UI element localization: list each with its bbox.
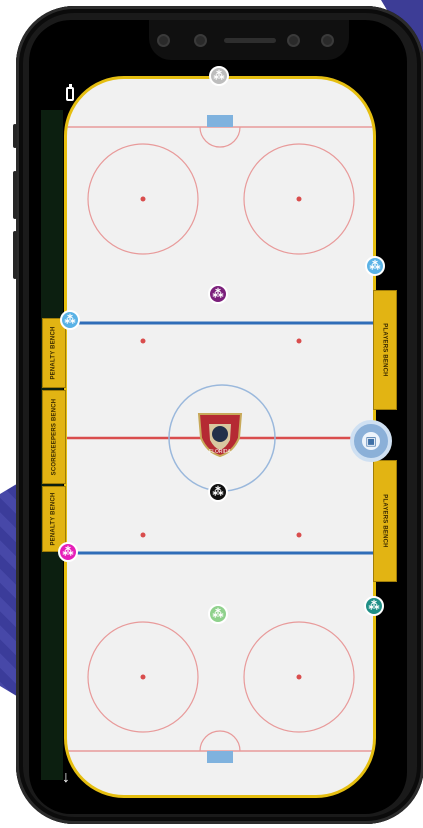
bench-label: PENALTY BENCH bbox=[51, 326, 57, 380]
goal-crease bbox=[199, 730, 241, 752]
bench-label: SCOREKEEPERS BENCH bbox=[51, 398, 57, 476]
goal-crease bbox=[199, 126, 241, 148]
camera-dot bbox=[157, 34, 170, 47]
faceoff-dot bbox=[296, 196, 302, 202]
camera-dot bbox=[194, 34, 207, 47]
faceoff-dot bbox=[140, 338, 146, 344]
players-bench-top[interactable]: PLAYERS BENCH bbox=[373, 290, 397, 410]
camera-icon: ▣ bbox=[362, 432, 380, 450]
bench-label: PLAYERS BENCH bbox=[382, 494, 389, 548]
people-icon[interactable] bbox=[208, 604, 228, 624]
faceoff-dot bbox=[140, 532, 146, 538]
camera-button[interactable]: ▣ bbox=[350, 420, 392, 462]
faceoff-dot bbox=[296, 532, 302, 538]
people-icon[interactable] bbox=[364, 596, 384, 616]
side-button bbox=[13, 171, 17, 219]
people-icon[interactable] bbox=[58, 542, 78, 562]
team-logo: FLORIDA bbox=[193, 408, 247, 458]
bench-label: PLAYERS BENCH bbox=[382, 323, 389, 377]
goal-net bbox=[207, 751, 233, 763]
side-button bbox=[13, 231, 17, 279]
faceoff-dot bbox=[140, 674, 146, 680]
people-icon[interactable] bbox=[209, 66, 229, 86]
speaker-grille bbox=[224, 38, 276, 43]
people-icon[interactable] bbox=[208, 284, 228, 304]
people-icon[interactable] bbox=[365, 256, 385, 276]
penalty-bench-bottom[interactable]: PENALTY BENCH bbox=[42, 486, 66, 552]
faceoff-dot bbox=[140, 196, 146, 202]
sensor-dot bbox=[321, 34, 334, 47]
side-button bbox=[13, 124, 17, 148]
people-icon[interactable] bbox=[60, 310, 80, 330]
goal-net bbox=[207, 115, 233, 127]
sensor-dot bbox=[287, 34, 300, 47]
bench-label: PENALTY BENCH bbox=[51, 492, 57, 546]
people-icon[interactable] bbox=[208, 482, 228, 502]
faceoff-dot bbox=[296, 674, 302, 680]
penalty-bench-top[interactable]: PENALTY BENCH bbox=[42, 318, 66, 388]
svg-text:FLORIDA: FLORIDA bbox=[209, 449, 231, 455]
scorekeepers-bench[interactable]: SCOREKEEPERS BENCH bbox=[42, 390, 66, 484]
players-bench-bottom[interactable]: PLAYERS BENCH bbox=[373, 460, 397, 582]
faceoff-dot bbox=[296, 338, 302, 344]
notch bbox=[149, 20, 349, 60]
